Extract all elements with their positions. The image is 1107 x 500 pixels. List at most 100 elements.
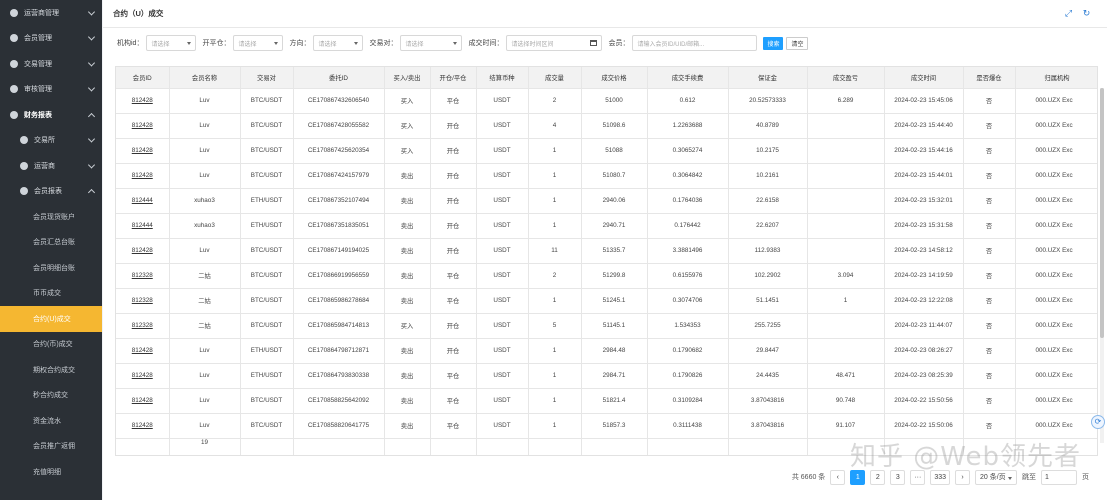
member-id-link[interactable]: 812428	[116, 88, 170, 114]
column-header[interactable]: 会员ID	[116, 67, 170, 89]
member-id-link[interactable]: 812428	[116, 113, 170, 139]
table-row[interactable]: 812444 xuhao3 ETH/USDT CE170867351835051 卖出开…	[116, 213, 1097, 239]
sidebar-item-label: 会员现货账户	[33, 213, 75, 221]
column-header[interactable]: 成交盈亏	[807, 67, 885, 89]
clear-button[interactable]: 清空	[786, 36, 809, 50]
pair-select[interactable]: 请选择	[400, 35, 463, 51]
table-row[interactable]: 812428 Luv BTC/USDT CE170858820641775 卖出 平仓 US…	[116, 413, 1097, 439]
column-header[interactable]: 成交价格	[581, 67, 648, 89]
column-header[interactable]: 成交量	[528, 67, 582, 89]
sidebar-item-9[interactable]: 会员汇总台账	[0, 230, 102, 256]
page-size-value: 20 条/页	[980, 474, 1006, 481]
sidebar-item-17[interactable]: 会员推广返佣	[0, 434, 102, 460]
sidebar-item-2[interactable]: 交易管理	[0, 51, 102, 77]
table-cell: BTC/USDT	[240, 138, 294, 164]
table-row[interactable]: 812428 Luv BTC/USDT CE170867424157979 卖出 开仓 US…	[116, 163, 1097, 189]
table-row[interactable]: 812428 Luv BTC/USDT CE170867428055582 买入 开仓 US…	[116, 113, 1097, 139]
refresh-icon[interactable]: ↻	[1082, 9, 1091, 18]
sidebar-item-12[interactable]: 合约(U)成交	[0, 306, 102, 332]
vertical-scrollbar[interactable]	[1100, 88, 1104, 443]
column-header[interactable]: 委托ID	[293, 67, 385, 89]
member-id-link[interactable]: 812428	[116, 388, 170, 414]
sidebar-item-1[interactable]: 会员管理	[0, 26, 102, 52]
table-cell: 平仓	[430, 263, 477, 289]
next-page-button[interactable]: ›	[955, 469, 970, 485]
prev-page-button[interactable]: ‹	[830, 469, 846, 485]
sidebar-item-16[interactable]: 资金流水	[0, 408, 102, 434]
column-header[interactable]: 买入/卖出	[384, 67, 431, 89]
member-search-input[interactable]: 请输入会员ID/UID/邮箱...	[632, 35, 758, 51]
table-row[interactable]: 812328 二姑 BTC/USDT CE170865986278684 卖出 平仓 USD…	[116, 288, 1097, 314]
column-header[interactable]: 保证金	[728, 67, 808, 89]
institution-select[interactable]: 请选择	[146, 35, 197, 51]
sidebar-item-0[interactable]: 运营商管理	[0, 0, 102, 26]
header-actions: ⤢ ↻	[1064, 9, 1091, 18]
member-id-link[interactable]: 812444	[116, 188, 170, 214]
direction-select[interactable]: 请选择	[313, 35, 364, 51]
table-row[interactable]: 812428 Luv BTC/USDT CE170867425620354 买入 开仓 US…	[116, 138, 1097, 164]
sidebar-item-7[interactable]: 会员报表	[0, 179, 102, 205]
sidebar-item-3[interactable]: 审核管理	[0, 77, 102, 103]
sidebar-item-6[interactable]: 运营商	[0, 153, 102, 179]
table-cell: 买入	[384, 88, 431, 114]
table-cell: 2024-02-23 08:25:39	[884, 363, 964, 389]
table-cell: ETH/USDT	[240, 188, 294, 214]
sidebar-item-10[interactable]: 会员明细台账	[0, 255, 102, 281]
sidebar-item-13[interactable]: 合约(币)成交	[0, 332, 102, 358]
member-id-link[interactable]: 812428	[116, 363, 170, 389]
table-row[interactable]: 812328 二姑 BTC/USDT CE170865984714813 买入 开仓 USD…	[116, 313, 1097, 339]
table-row[interactable]: 812428 Luv BTC/USDT CE170858825642092 卖出 平仓 US…	[116, 388, 1097, 414]
member-id-link[interactable]: 812428	[116, 338, 170, 364]
member-id-link[interactable]: 812428	[116, 238, 170, 264]
sidebar-item-4[interactable]: 财务报表	[0, 102, 102, 128]
member-id-link[interactable]: 812428	[116, 163, 170, 189]
page-3-button[interactable]: 3	[890, 469, 906, 485]
table-row[interactable]: 812428 Luv ETH/USDT CE170864798712871 卖出 开仓 US…	[116, 338, 1097, 364]
sidebar-item-5[interactable]: 交易所	[0, 128, 102, 154]
float-service-icon[interactable]: ⟳	[1091, 415, 1105, 429]
search-button[interactable]: 搜索	[763, 36, 784, 50]
page-size-select[interactable]: 20 条/页	[975, 469, 1017, 485]
table-row[interactable]: 812428 Luv ETH/USDT CE170864793830338 卖出 平仓 US…	[116, 363, 1097, 389]
sidebar-item-18[interactable]: 充值明细	[0, 459, 102, 485]
table-row[interactable]: 812328 二姑 BTC/USDT CE170866919956559 卖出 平仓 USD…	[116, 263, 1097, 289]
column-header[interactable]: 成交时间	[884, 67, 964, 89]
member-id-link[interactable]: 812428	[116, 138, 170, 164]
chevron-up-icon	[87, 112, 96, 120]
page-unit-label: 页	[1082, 474, 1089, 481]
table-row[interactable]: 812444 xuhao3 ETH/USDT CE170867352107494 卖出开…	[116, 188, 1097, 214]
table-cell	[807, 238, 885, 264]
column-header[interactable]: 是否爆仓	[963, 67, 1016, 89]
column-header[interactable]: 成交手续费	[647, 67, 729, 89]
member-id-link[interactable]: 812328	[116, 288, 170, 314]
member-id-link[interactable]: 812328	[116, 263, 170, 289]
page-last-button[interactable]: 333	[930, 469, 950, 485]
column-header[interactable]: 会员名称	[169, 67, 241, 89]
page-ellipsis[interactable]: ···	[910, 469, 926, 485]
openclose-select[interactable]: 请选择	[233, 35, 284, 51]
sidebar-item-8[interactable]: 会员现货账户	[0, 204, 102, 230]
member-id-link[interactable]: 812428	[116, 413, 170, 439]
table-row[interactable]: 812428 Luv BTC/USDT CE170867432606540 买入 平仓 US…	[116, 88, 1097, 114]
column-header[interactable]: 结算币种	[476, 67, 529, 89]
column-header[interactable]: 归属机构	[1015, 67, 1097, 89]
table-cell: 51098.6	[581, 113, 648, 139]
expand-icon[interactable]: ⤢	[1064, 9, 1073, 18]
scrollbar-thumb[interactable]	[1100, 88, 1104, 338]
table-cell: USDT	[476, 288, 529, 314]
column-header[interactable]: 交易对	[240, 67, 294, 89]
sidebar-item-14[interactable]: 期权合约成交	[0, 357, 102, 383]
time-range-input[interactable]: 请选择时间区间	[506, 35, 603, 51]
table-cell: 1	[528, 388, 582, 414]
member-id-link[interactable]: 812328	[116, 313, 170, 339]
member-placeholder: 请输入会员ID/UID/邮箱...	[637, 41, 705, 48]
sidebar-item-15[interactable]: 秒合约成交	[0, 383, 102, 409]
page-2-button[interactable]: 2	[870, 469, 886, 485]
sidebar-item-11[interactable]: 币币成交	[0, 281, 102, 307]
page-1-button[interactable]: 1	[850, 469, 866, 485]
goto-page-input[interactable]: 1	[1041, 469, 1077, 485]
table-row[interactable]: 812428 Luv BTC/USDT CE170867149194025 卖出 开仓 US…	[116, 238, 1097, 264]
table-cell: 2024-02-23 15:31:58	[884, 213, 964, 239]
column-header[interactable]: 开仓/平仓	[430, 67, 477, 89]
member-id-link[interactable]: 812444	[116, 213, 170, 239]
